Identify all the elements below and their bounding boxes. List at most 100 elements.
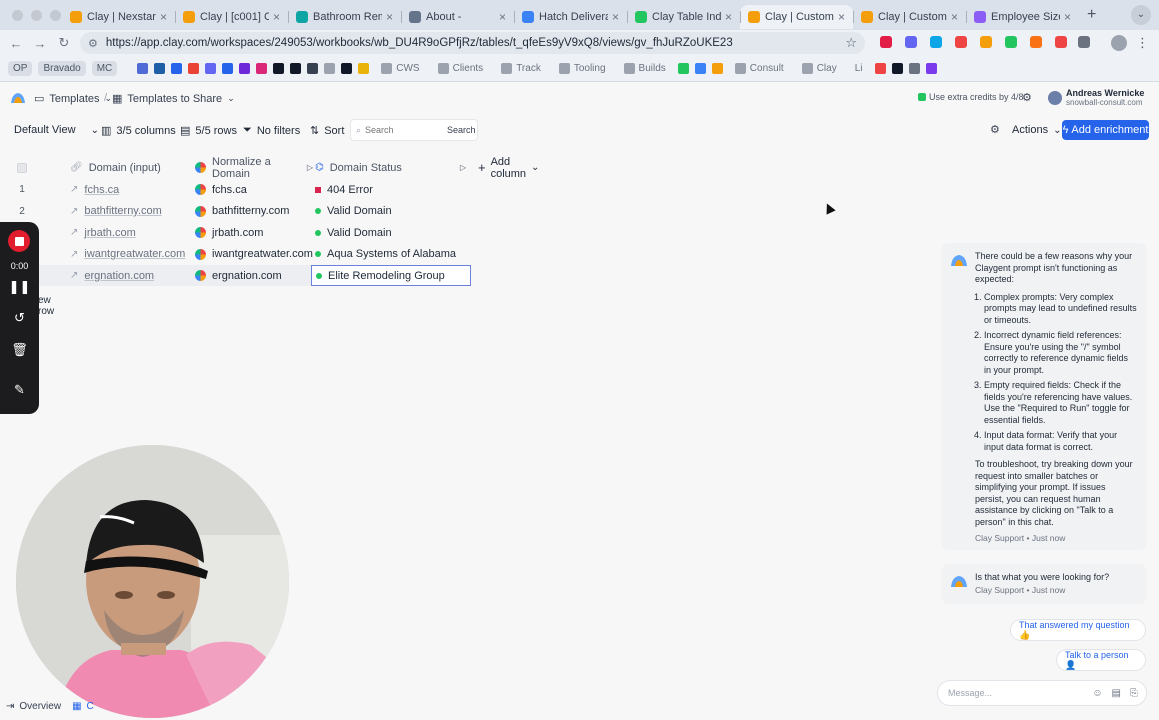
talk-to-person-button[interactable]: Talk to a person 👤 <box>1056 649 1146 671</box>
cell-domain-input[interactable]: ↗ ergnation.com <box>70 270 190 282</box>
notifications-icon[interactable]: ⚙ <box>1022 91 1032 104</box>
cell-normalized-domain[interactable]: ergnation.com <box>195 270 313 282</box>
cell-normalized-domain[interactable]: fchs.ca <box>195 184 313 196</box>
bookmark-icon[interactable] <box>711 63 723 74</box>
browser-tab[interactable]: Clay | Custom D × <box>853 5 966 29</box>
extension-icon[interactable] <box>1030 36 1042 48</box>
bookmark-icon[interactable] <box>137 63 149 74</box>
browser-tab[interactable]: Clay | Nexstar M × <box>62 5 175 29</box>
browser-tab[interactable]: Clay | Custom Tr × <box>740 5 853 29</box>
browser-tab[interactable]: About - × <box>401 5 514 29</box>
pencil-icon[interactable]: ✎ <box>0 382 39 398</box>
sheet-tab[interactable]: C <box>87 701 94 712</box>
clay-logo-icon[interactable] <box>10 91 26 105</box>
cell-domain-status[interactable]: Valid Domain <box>315 227 470 239</box>
search-button[interactable]: Search <box>447 125 476 135</box>
bookmark-icon[interactable] <box>239 63 251 74</box>
close-tab-icon[interactable]: × <box>838 10 845 24</box>
bookmark-bravado[interactable]: Bravado <box>38 61 86 76</box>
extension-icon[interactable] <box>955 36 967 48</box>
run-column-icon[interactable]: ▷ <box>460 163 466 172</box>
user-menu[interactable]: Andreas Wernicke snowball-consult.com <box>1048 88 1144 107</box>
answered-question-reply-button[interactable]: That answered my question 👍 <box>1010 619 1146 641</box>
gif-icon[interactable]: ▤ <box>1112 688 1121 699</box>
reload-icon[interactable]: ↻ <box>52 35 76 51</box>
extension-icon[interactable] <box>980 36 992 48</box>
cell-normalized-domain[interactable]: jrbath.com <box>195 227 313 239</box>
extension-icon[interactable] <box>905 36 917 48</box>
bookmark-folder-clients[interactable]: Clients <box>437 63 483 74</box>
pause-icon[interactable]: ❚❚ <box>0 279 39 295</box>
browser-tab[interactable]: Employee Size L × <box>966 5 1079 29</box>
select-all-checkbox[interactable] <box>10 162 34 173</box>
cell-normalized-domain[interactable]: iwantgreatwater.com <box>195 248 313 260</box>
cell-domain-status[interactable]: 404 Error <box>315 184 470 196</box>
bookmark-icon[interactable] <box>925 63 937 74</box>
close-tab-icon[interactable]: × <box>612 10 619 24</box>
cell-domain-status[interactable]: Aqua Systems of Alabama <box>315 248 470 260</box>
breadcrumb-templates[interactable]: ▭ Templates ⌄ <box>34 92 112 106</box>
bookmark-icon[interactable] <box>908 63 920 74</box>
new-tab-button[interactable]: + <box>1087 6 1096 24</box>
close-tab-icon[interactable]: × <box>386 10 393 24</box>
close-tab-icon[interactable]: × <box>273 10 280 24</box>
external-link-icon[interactable]: ↗ <box>70 184 78 195</box>
tab-search-icon[interactable]: ⌄ <box>1131 5 1151 25</box>
close-tab-icon[interactable]: × <box>725 10 732 24</box>
external-link-icon[interactable]: ↗ <box>70 227 78 238</box>
close-tab-icon[interactable]: × <box>499 10 506 24</box>
cell-domain-input[interactable]: ↗ iwantgreatwater.com <box>70 248 190 260</box>
bookmark-folder-builds[interactable]: Builds <box>623 63 666 74</box>
cell-domain-input[interactable]: ↗ jrbath.com <box>70 227 190 239</box>
bookmark-icon[interactable] <box>694 63 706 74</box>
overview-tab[interactable]: Overview <box>19 701 61 712</box>
bookmark-folder-cws[interactable]: CWS <box>381 63 420 74</box>
filters-button[interactable]: ⏷ No filters <box>243 124 300 137</box>
back-icon[interactable]: ← <box>4 36 28 51</box>
extensions-puzzle-icon[interactable] <box>1078 36 1090 48</box>
bookmark-icon[interactable] <box>324 63 336 74</box>
attachment-icon[interactable]: ⎘ <box>1130 688 1138 699</box>
restart-icon[interactable]: ↺ <box>0 310 39 326</box>
browser-tab[interactable]: Clay Table Indep × <box>627 5 740 29</box>
column-header-domain-input[interactable]: 🔗︎ Domain (input) <box>70 162 190 174</box>
minimize-window-button[interactable] <box>31 9 42 21</box>
bookmark-folder-li[interactable]: Li <box>855 63 863 74</box>
bookmark-folder-consult[interactable]: Consult <box>734 63 784 74</box>
credits-banner[interactable]: Use extra credits by 4/8 <box>918 92 1024 102</box>
emoji-icon[interactable]: ☺ <box>1092 688 1102 699</box>
bookmark-icon[interactable] <box>341 63 353 74</box>
cell-normalized-domain[interactable]: bathfitterny.com <box>195 205 313 217</box>
bookmark-icon[interactable] <box>874 63 886 74</box>
close-tab-icon[interactable]: × <box>1064 10 1071 24</box>
bookmark-folder-clay[interactable]: Clay <box>801 63 837 74</box>
cell-domain-input[interactable]: ↗ fchs.ca <box>70 184 190 196</box>
bookmark-icon[interactable] <box>256 63 268 74</box>
chat-message-input[interactable]: Message... ☺ ▤ ⎘ <box>937 680 1147 706</box>
external-link-icon[interactable]: ↗ <box>70 270 78 281</box>
column-header-domain-status[interactable]: ⌬ Domain Status ▷ <box>315 162 470 174</box>
bookmark-icon[interactable] <box>273 63 285 74</box>
close-window-button[interactable] <box>12 9 23 21</box>
bookmark-mc[interactable]: MC <box>91 61 118 76</box>
bookmark-star-icon[interactable]: ☆ <box>845 35 857 51</box>
column-header-normalize-domain[interactable]: Normalize a Domain ▷ <box>195 156 313 180</box>
breadcrumb-table[interactable]: ▦ Templates to Share ⌄ <box>112 92 235 106</box>
search-input[interactable] <box>365 125 444 135</box>
url-bar[interactable]: ⚙ https://app.clay.com/workspaces/249053… <box>80 32 865 54</box>
cell-domain-status[interactable]: Valid Domain <box>315 205 470 217</box>
cell-domain-input[interactable]: ↗ bathfitterny.com <box>70 205 190 217</box>
browser-tab[interactable]: Bathroom Remo × <box>288 5 401 29</box>
external-link-icon[interactable]: ↗ <box>70 206 78 217</box>
bookmark-icon[interactable] <box>222 63 234 74</box>
bookmark-icon[interactable] <box>290 63 302 74</box>
stop-recording-button[interactable] <box>8 230 30 252</box>
extension-icon[interactable] <box>930 36 942 48</box>
close-tab-icon[interactable]: × <box>951 10 958 24</box>
settings-gear-icon[interactable]: ⚙ <box>990 123 1000 136</box>
actions-menu[interactable]: Actions ⌄ <box>1012 124 1061 136</box>
extension-icon[interactable] <box>1005 36 1017 48</box>
bookmark-folder-track[interactable]: Track <box>501 63 541 74</box>
rows-button[interactable]: ▤ 5/5 rows <box>180 124 237 138</box>
sort-button[interactable]: ⇅ Sort <box>310 124 344 138</box>
